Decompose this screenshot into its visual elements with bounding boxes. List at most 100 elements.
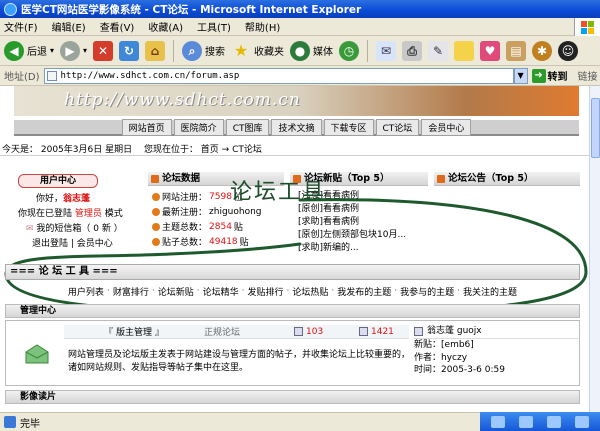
menu-help[interactable]: 帮助(H) [245,19,280,34]
moderator-row: 翁志蓬 guojx [414,325,578,339]
forum-envelope-icon [25,344,49,364]
nav-downloads[interactable]: 下载专区 [323,118,374,136]
media-label: 媒体 [313,47,334,58]
latest-post-row: 新贴：[emb6] [414,339,578,352]
moderator-names[interactable]: 翁志蓬 guojx [427,325,482,338]
separator-dot: · [151,286,155,296]
nav-forum[interactable]: CT论坛 [375,118,420,136]
tray-icon[interactable] [547,415,561,428]
menu-file[interactable]: 文件(F) [4,19,38,34]
address-dropdown[interactable]: ▼ [513,67,528,84]
address-input[interactable]: http://www.sdhct.com.cn/forum.asp [43,67,514,84]
tool-post-rank[interactable]: 发贴排行 [247,285,283,298]
page-done-icon [4,416,16,428]
menu-bar: 文件(F) 编辑(E) 查看(V) 收藏(A) 工具(T) 帮助(H) [0,18,600,36]
favorites-label: 收藏夹 [254,47,285,58]
browser-toolbar: ◀ 后退 ▾ ▶ ▾ ✕ ↻ ⌂ ⌕ 搜索 ★ 收藏夹 ● 媒体 ◷ ✉ ⎙ ✎… [0,36,600,66]
stop-icon[interactable]: ✕ [93,40,114,61]
ie-icon [4,2,17,16]
window-titlebar: 医学CT网站医学影像系统 - CT论坛 - Microsoft Internet… [0,0,600,18]
go-button[interactable]: ➜ 转到 [531,68,568,83]
tray-icon[interactable] [491,415,505,428]
vertical-scrollbar[interactable] [589,86,600,412]
media-globe-icon: ● [290,40,311,61]
forum-latest-info: 翁志蓬 guojx 新贴：[emb6] 作者：hyczy 时间：2005-3-6… [414,325,578,377]
tool-hot-posts[interactable]: 论坛热贴 [292,285,328,298]
search-button[interactable]: ⌕ 搜索 [182,40,226,61]
paw-icon[interactable]: ✱ [532,40,553,61]
admin-header: 管理中心 [5,304,580,318]
latest-label: 新贴： [414,340,442,350]
moderator-icon [414,327,423,336]
menu-edit[interactable]: 编辑(E) [52,19,86,34]
search-label: 搜索 [205,47,226,58]
tool-wealth-rank[interactable]: 财富排行 [113,285,149,298]
topics-icon [294,327,303,336]
links-label[interactable]: 链接 [578,68,598,83]
menu-tools[interactable]: 工具(T) [197,19,231,34]
post-count: 1421 [371,326,394,337]
history-icon[interactable]: ◷ [339,40,360,61]
qq-penguin-icon[interactable]: ☺ [558,40,579,61]
tool-followed-topics[interactable]: 我关注的主题 [463,285,517,298]
author-link[interactable]: hyczy [441,353,467,363]
chevron-down-icon: ▾ [50,46,55,55]
home-icon[interactable]: ⌂ [145,40,166,61]
image-section-header: 影像读片 [5,390,580,404]
toolbar-separator [173,39,175,62]
scrollbar-thumb[interactable] [591,98,600,158]
tool-my-topics[interactable]: 我发布的主题 [337,285,391,298]
tray-icon[interactable] [575,415,589,428]
address-url: http://www.sdhct.com.cn/forum.asp [60,70,240,81]
forward-button[interactable]: ▶ ▾ [60,40,88,61]
back-button[interactable]: ◀ 后退 ▾ [4,40,55,61]
tool-new-posts[interactable]: 论坛新贴 [158,285,194,298]
address-bar: 地址(D) http://www.sdhct.com.cn/forum.asp … [0,66,600,86]
post-time: 2005-3-6 0:59 [441,365,505,375]
separator-dot: · [106,286,110,296]
menu-view[interactable]: 查看(V) [100,19,135,34]
window-title: 医学CT网站医学影像系统 - CT论坛 - Microsoft Internet… [21,3,362,16]
latest-post-link[interactable]: [emb6] [441,340,474,350]
separator-dot: · [286,286,290,296]
messenger-icon[interactable]: ♥ [480,40,501,61]
time-label: 时间： [414,365,442,375]
print-icon[interactable]: ⎙ [402,40,423,61]
tool-featured[interactable]: 论坛精华 [203,285,239,298]
mail-icon[interactable]: ✉ [376,40,397,61]
separator-dot: · [331,286,335,296]
back-label: 后退 [27,47,47,58]
nav-member-center[interactable]: 会员中心 [421,118,472,136]
tray-icon[interactable] [519,415,533,428]
page-icon [46,70,57,81]
separator-dot: · [241,286,245,296]
nav-hospital[interactable]: 医院简介 [173,118,224,136]
topic-count: 103 [306,326,324,337]
admin-forum-row: 『 版主管理 』 正规论坛 103 1421 网站管理员及论坛版主发表于网站建设… [5,320,580,386]
image-section-title: 影像读片 [20,392,57,402]
tool-joined-topics[interactable]: 我参与的主题 [400,285,454,298]
edit-icon[interactable]: ✎ [428,40,449,61]
address-label: 地址(D) [4,72,40,83]
nav-home[interactable]: 网站首页 [121,118,172,136]
separator-dot: · [196,286,200,296]
bookmark-icon[interactable]: ▤ [506,40,527,61]
forum-name-link[interactable]: 『 版主管理 』 [64,325,204,338]
site-nav: 网站首页 医院简介 CT图库 技术文摘 下载专区 CT论坛 会员中心 [14,118,579,136]
toolbar-separator [367,39,369,62]
nav-ct-gallery[interactable]: CT图库 [225,118,270,136]
go-arrow-icon: ➜ [531,68,546,83]
media-button[interactable]: ● 媒体 [290,40,334,61]
folder-icon[interactable] [454,40,475,61]
tool-user-list[interactable]: 用户列表 [68,285,104,298]
forum-info-row: 『 版主管理 』 正规论坛 103 1421 [64,325,409,339]
favorites-button[interactable]: ★ 收藏夹 [231,41,284,61]
nav-tech-digest[interactable]: 技术文摘 [271,118,322,136]
tools-title: === 论 坛 工 具 === [10,266,118,277]
refresh-icon[interactable]: ↻ [119,40,140,61]
admin-title: 管理中心 [20,306,57,316]
chevron-down-icon: ▾ [83,46,88,55]
menu-favorites[interactable]: 收藏(A) [148,19,183,34]
banner-text: http://www.sdhct.com.cn [64,90,301,110]
search-icon: ⌕ [182,40,203,61]
